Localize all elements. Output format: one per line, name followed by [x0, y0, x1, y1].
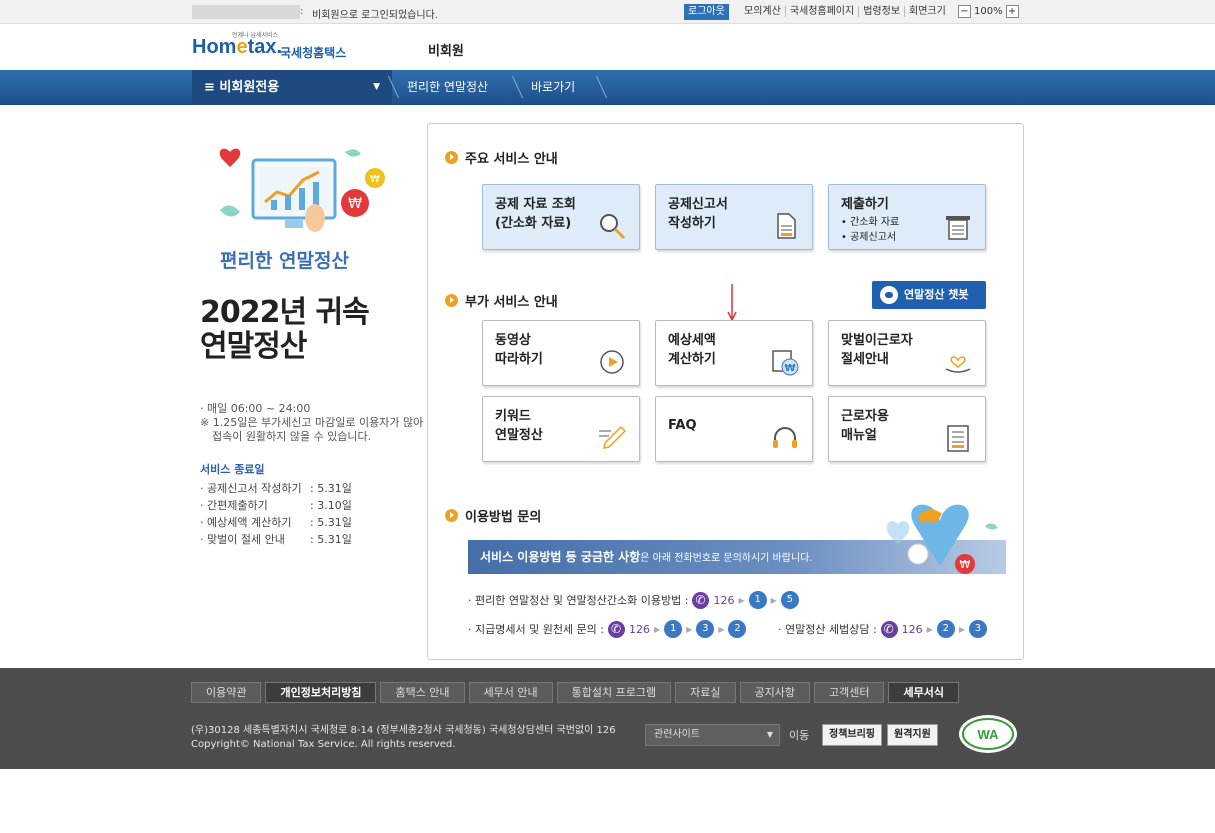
remote-support-button[interactable]: 원격지원 — [887, 724, 938, 746]
logout-button[interactable]: 로그아웃 — [684, 4, 729, 20]
footer-link-tax-office[interactable]: 세무서 안내 — [468, 682, 553, 703]
footer-link-install[interactable]: 통합설치 프로그램 — [556, 682, 672, 703]
arrow-right-icon: ▶ — [686, 624, 693, 634]
heart-phone-illustration: ₩ — [886, 504, 998, 574]
play-bullet-icon — [445, 151, 458, 164]
service-title: 편리한 연말정산 — [220, 250, 349, 272]
play-bullet-icon — [445, 294, 458, 307]
breadcrumb-separator — [500, 76, 524, 98]
section-main-services: 주요 서비스 안내 — [445, 148, 558, 167]
user-name-blurred — [192, 5, 300, 19]
breadcrumb-separator — [584, 76, 608, 98]
svg-text:₩: ₩ — [784, 363, 795, 374]
tile-write-deduction-form[interactable]: 공제신고서 작성하기 — [655, 184, 813, 250]
chatbot-icon — [880, 286, 898, 304]
footer-link-privacy[interactable]: 개인정보처리방침 — [265, 682, 377, 703]
svg-text:₩: ₩ — [348, 196, 362, 212]
top-bar: : 비회원으로 로그인되었습니다. 로그아웃 모의계산 국세청홈페이지 법령정보… — [0, 0, 1215, 24]
related-sites-select[interactable]: 관련사이트 ▼ — [645, 724, 780, 746]
login-status: 비회원으로 로그인되었습니다. — [312, 10, 438, 21]
play-bullet-icon — [445, 509, 458, 522]
footer-link-notice[interactable]: 공지사항 — [739, 682, 810, 703]
arrow-right-icon: ▶ — [770, 595, 777, 605]
hands-heart-icon — [945, 356, 971, 373]
zoom-control: − 100% + — [958, 5, 1019, 18]
zoom-in-button[interactable]: + — [1005, 5, 1019, 18]
monitor-chart-illustration: ₩ ₩ — [219, 148, 385, 232]
footer-link-terms[interactable]: 이용약관 — [191, 682, 262, 703]
zoom-value: 100% — [974, 6, 1003, 17]
hometax-logo[interactable]: 언제나 납세서비스 Hometax. 국세청홈택스 — [192, 30, 362, 62]
magnifier-icon — [600, 214, 626, 240]
arrow-right-icon: ▶ — [654, 624, 661, 634]
document-icon — [777, 213, 796, 239]
page-title: 2022년 귀속 연말정산 — [200, 295, 370, 364]
link-screen-size[interactable]: 회면크기 — [904, 6, 950, 17]
tile-faq[interactable]: FAQ — [655, 396, 813, 462]
link-nts-home[interactable]: 국세청홈페이지 — [784, 6, 858, 17]
chatbot-button[interactable]: 연말정산 챗봇 — [872, 281, 986, 309]
service-hours: · 매일 06:00 ~ 24:00 ※ 1.25일은 부가세신고 마감일로 이… — [200, 402, 424, 443]
arrow-right-icon: ▶ — [926, 624, 933, 634]
section-extra-services: 부가 서비스 안내 — [445, 291, 558, 310]
svg-text:₩: ₩ — [960, 558, 971, 571]
contact-line-1: · 편리한 연말정산 및 연말정산간소화 이용방법 : 126 ▶ 1 ▶ 5 — [468, 591, 799, 609]
link-law-info[interactable]: 법령정보 — [858, 6, 904, 17]
svg-text:₩: ₩ — [370, 174, 380, 185]
breadcrumb-current[interactable]: 편리한 연말정산 — [407, 70, 488, 105]
footer-link-tax-forms[interactable]: 세무서식 — [888, 682, 959, 703]
contact-line-2: · 지급명세서 및 원천세 문의 : 126 ▶ 1 ▶ 3 ▶ 2 — [468, 620, 747, 638]
tile-video-guide[interactable]: 동영상 따라하기 — [482, 320, 640, 386]
footer-link-support[interactable]: 고객센터 — [814, 682, 885, 703]
submit-document-icon — [946, 216, 970, 240]
tile-worker-manual[interactable]: 근로자용 매뉴얼 — [828, 396, 986, 462]
end-date-title: 서비스 종료일 — [200, 463, 265, 476]
breadcrumb-shortcut[interactable]: 바로가기 — [531, 70, 575, 105]
phone-icon — [692, 591, 710, 609]
end-date-list: · 공제신고서 작성하기: 5.31일 · 간편제출하기: 3.10일 · 예상… — [200, 480, 352, 548]
zoom-out-button[interactable]: − — [958, 5, 971, 18]
page: { "topbar": { "message": "비회원으로 로그인되었습니다… — [0, 0, 1215, 833]
link-mock-calc[interactable]: 모의계산 — [744, 6, 785, 17]
footer-link-hometax-guide[interactable]: 홈택스 안내 — [380, 682, 465, 703]
caret-down-icon: ▼ — [766, 730, 773, 739]
pencil-icon — [599, 425, 627, 449]
list-item: · 간편제출하기: 3.10일 — [200, 499, 352, 512]
member-type: 비회원 — [428, 44, 464, 59]
menu-dropdown[interactable]: ≡ 비회원전용 ▼ — [192, 70, 392, 105]
annotation-arrow-icon — [727, 284, 737, 322]
tile-dual-income-guide[interactable]: 맞벌이근로자 절세안내 — [828, 320, 986, 386]
arrow-right-icon: ▶ — [718, 624, 725, 634]
phone-icon — [880, 620, 898, 638]
manual-icon — [947, 425, 969, 452]
section-contact: 이용방법 문의 — [445, 506, 541, 525]
contact-line-3: · 연말정산 세법상담 : 126 ▶ 2 ▶ 3 — [778, 620, 987, 638]
tile-estimate-tax[interactable]: 예상세액 계산하기 ₩ — [655, 320, 813, 386]
header: 언제나 납세서비스 Hometax. 국세청홈택스 비회원 — [0, 24, 1215, 70]
top-links: 모의계산 국세청홈페이지 법령정보 회면크기 — [744, 6, 950, 17]
go-button[interactable]: 이동 — [789, 727, 809, 743]
svg-text:WA: WA — [978, 727, 1000, 742]
arrow-right-icon: ▶ — [958, 624, 965, 634]
web-accessibility-mark-icon: WA — [959, 715, 1017, 753]
calculator-won-icon: ₩ — [772, 350, 799, 376]
footer-address: (우)30128 세종특별자치시 국세청로 8-14 (정부세종2청사 국세청동… — [191, 725, 616, 750]
nav-bar: ≡ 비회원전용 ▼ 편리한 연말정산 바로가기 — [0, 70, 1215, 105]
policy-briefing-button[interactable]: 정책브리핑 — [822, 724, 882, 746]
phone-icon — [608, 620, 626, 638]
tile-deduction-data-lookup[interactable]: 공제 자료 조회 (간소화 자료) — [482, 184, 640, 250]
tile-submit[interactable]: 제출하기 • 간소화 자료 • 공제신고서 — [828, 184, 986, 250]
arrow-right-icon: ▶ — [738, 595, 745, 605]
tile-keyword-guide[interactable]: 키워드 연말정산 — [482, 396, 640, 462]
headset-icon — [773, 427, 797, 448]
footer-link-library[interactable]: 자료실 — [675, 682, 736, 703]
list-item: · 맞벌이 절세 안내: 5.31일 — [200, 533, 352, 546]
play-video-icon — [600, 350, 624, 374]
footer-links: 이용약관 개인정보처리방침 홈택스 안내 세무서 안내 통합설치 프로그램 자료… — [191, 682, 959, 703]
list-item: · 공제신고서 작성하기: 5.31일 — [200, 482, 352, 495]
list-item: · 예상세액 계산하기: 5.31일 — [200, 516, 352, 529]
